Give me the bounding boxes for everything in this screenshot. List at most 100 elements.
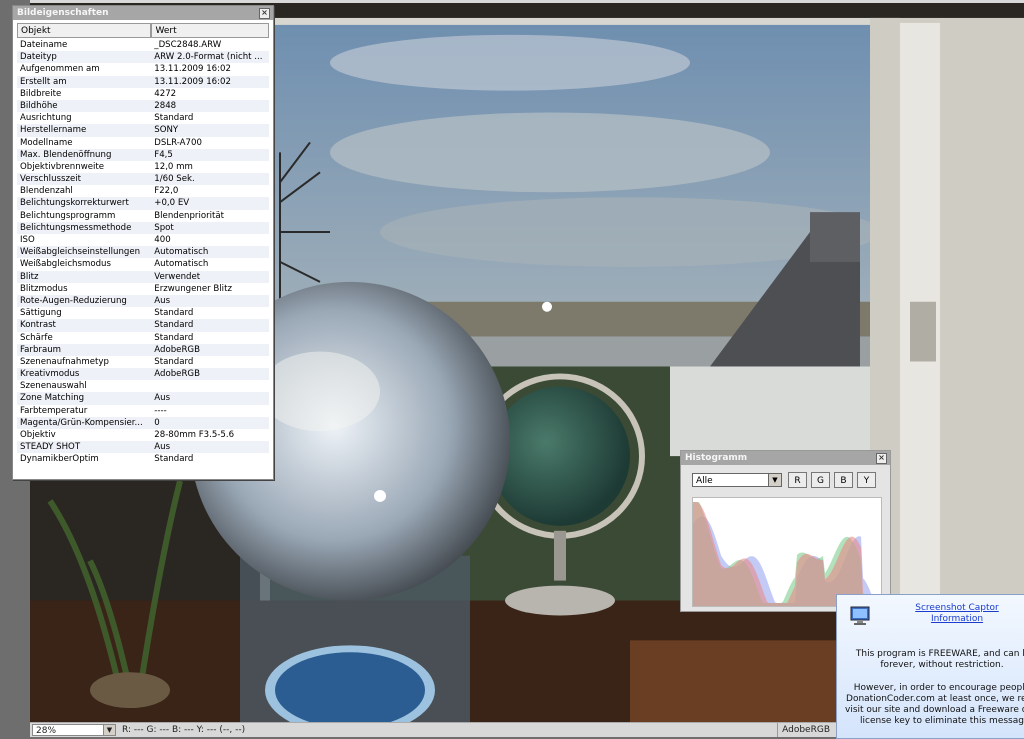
property-row[interactable]: Dateityp ARW 2.0-Format (nicht ...	[17, 51, 269, 64]
property-key: Rote-Augen-Reduzierung	[20, 295, 127, 306]
channel-select-value: Alle	[696, 476, 713, 486]
property-value: 2848	[154, 100, 177, 111]
image-properties-panel: Bildeigenschaften × Objekt Wert Dateinam…	[12, 5, 274, 480]
info-text-1: This program is FREEWARE, and can b fore…	[855, 649, 1024, 670]
property-row[interactable]: Zone Matching Aus	[17, 392, 269, 405]
property-key: Schärfe	[20, 332, 53, 343]
property-row[interactable]: Ausrichtung Standard	[17, 112, 269, 124]
chevron-down-icon[interactable]: ▼	[768, 474, 781, 486]
property-row[interactable]: Farbtemperatur ----	[17, 405, 269, 417]
freeware-info-popup: Screenshot Captor Information This progr…	[836, 594, 1024, 739]
property-row[interactable]: Belichtungsprogramm Blendenpriorität	[17, 210, 269, 222]
channel-button-r[interactable]: R	[788, 472, 807, 488]
property-key: Max. Blendenöffnung	[20, 149, 112, 160]
property-row[interactable]: Weißabgleichsmodus Automatisch	[17, 258, 269, 270]
property-row[interactable]: ISO 400	[17, 234, 269, 246]
property-value: Spot	[154, 222, 174, 233]
zoom-value: 28%	[36, 726, 57, 736]
property-row[interactable]: Erstellt am 13.11.2009 16:02	[17, 75, 269, 88]
property-row[interactable]: Dateiname _DSC2848.ARW	[17, 39, 269, 51]
column-header-value[interactable]: Wert	[151, 23, 269, 38]
close-icon[interactable]: ×	[259, 8, 270, 19]
column-header-object[interactable]: Objekt	[17, 23, 152, 38]
property-value: +0,0 EV	[154, 198, 190, 209]
histogram-titlebar[interactable]: Histogramm ×	[681, 451, 890, 465]
property-row[interactable]: Belichtungsmessmethode Spot	[17, 221, 269, 234]
property-row[interactable]: Kreativmodus AdobeRGB	[17, 368, 269, 381]
property-value: 4272	[154, 88, 177, 99]
panel-title: Bildeigenschaften	[17, 8, 109, 18]
property-value: 400	[154, 235, 171, 245]
property-value: Aus	[154, 393, 171, 404]
property-value: F4,5	[154, 149, 173, 160]
property-value: Verwendet	[154, 271, 201, 282]
property-key: DynamikberOptim	[20, 454, 99, 465]
property-row[interactable]: Blendenzahl F22,0	[17, 185, 269, 197]
channel-button-g[interactable]: G	[811, 472, 830, 488]
property-row[interactable]: Blitz Verwendet	[17, 270, 269, 283]
property-value: ARW 2.0-Format (nicht ...	[154, 52, 263, 63]
property-value: 1/60 Sek.	[154, 174, 195, 185]
property-row[interactable]: Rote-Augen-Reduzierung Aus	[17, 294, 269, 308]
property-row[interactable]: Weißabgleichseinstellungen Automatisch	[17, 246, 269, 259]
property-row[interactable]: Bildbreite 4272	[17, 88, 269, 100]
property-row[interactable]: Herstellername SONY	[17, 124, 269, 137]
property-value: 0	[154, 417, 160, 428]
panel-titlebar[interactable]: Bildeigenschaften ×	[13, 6, 273, 20]
property-value: Standard	[154, 454, 194, 465]
histogram-graph	[692, 497, 882, 607]
property-key: STEADY SHOT	[20, 442, 81, 453]
property-row[interactable]: Sättigung Standard	[17, 307, 269, 319]
property-key: Bildbreite	[20, 88, 62, 99]
property-key: Dateiname	[20, 40, 68, 50]
property-row[interactable]: Verschlusszeit 1/60 Sek.	[17, 173, 269, 186]
property-key: Verschlusszeit	[20, 174, 82, 185]
property-key: Belichtungsmessmethode	[20, 222, 132, 233]
property-key: Kontrast	[20, 320, 56, 331]
zoom-select[interactable]: 28% ▼	[32, 724, 116, 736]
property-row[interactable]: Belichtungskorrekturwert +0,0 EV	[17, 197, 269, 210]
property-row[interactable]: Aufgenommen am 13.11.2009 16:02	[17, 63, 269, 75]
property-row[interactable]: Max. Blendenöffnung F4,5	[17, 148, 269, 161]
property-key: Blendenzahl	[20, 186, 73, 197]
property-value: _DSC2848.ARW	[154, 40, 222, 50]
channel-select[interactable]: Alle ▼	[692, 473, 782, 487]
property-value: Blendenpriorität	[154, 210, 225, 221]
property-key: ISO	[20, 235, 35, 245]
property-value: DSLR-A700	[154, 137, 202, 148]
chevron-down-icon[interactable]: ▼	[103, 725, 115, 735]
property-row[interactable]: Blitzmodus Erzwungener Blitz	[17, 283, 269, 295]
property-row[interactable]: Objektiv 28-80mm F3.5-5.6	[17, 429, 269, 441]
property-row[interactable]: Schärfe Standard	[17, 332, 269, 344]
channel-button-y[interactable]: Y	[857, 472, 876, 488]
property-row[interactable]: Bildhöhe 2848	[17, 99, 269, 113]
property-value: 12,0 mm	[154, 161, 193, 172]
property-value: Automatisch	[154, 259, 209, 270]
property-row[interactable]: STEADY SHOT Aus	[17, 441, 269, 454]
property-key: Belichtungsprogramm	[20, 210, 116, 221]
properties-header: Objekt Wert	[17, 23, 269, 38]
info-link[interactable]: Screenshot Captor Information	[892, 603, 1022, 625]
property-row[interactable]: Kontrast Standard	[17, 319, 269, 332]
property-value: Standard	[154, 308, 194, 319]
property-key: Modellname	[20, 137, 73, 148]
property-key: Farbtemperatur	[20, 405, 88, 416]
property-value: Aus	[154, 442, 171, 453]
histogram-panel: Histogramm × Alle ▼ R G B Y	[680, 450, 891, 612]
property-row[interactable]: Szenenaufnahmetyp Standard	[17, 356, 269, 368]
property-row[interactable]: Modellname DSLR-A700	[17, 137, 269, 149]
histogram-title: Histogramm	[685, 453, 748, 463]
property-key: Magenta/Grün-Kompensier...	[20, 417, 143, 428]
property-row[interactable]: Objektivbrennweite 12,0 mm	[17, 161, 269, 173]
property-value: Standard	[154, 332, 194, 343]
property-key: Sättigung	[20, 308, 62, 319]
histogram-plot	[693, 502, 881, 606]
property-row[interactable]: Magenta/Grün-Kompensier... 0	[17, 416, 269, 429]
property-value: ----	[154, 405, 167, 416]
close-icon[interactable]: ×	[876, 453, 887, 464]
channel-button-b[interactable]: B	[834, 472, 853, 488]
property-row[interactable]: Farbraum AdobeRGB	[17, 343, 269, 356]
property-value: Standard	[154, 356, 194, 367]
property-row[interactable]: DynamikberOptim Standard	[17, 453, 269, 465]
property-row[interactable]: Szenenauswahl	[17, 380, 269, 392]
